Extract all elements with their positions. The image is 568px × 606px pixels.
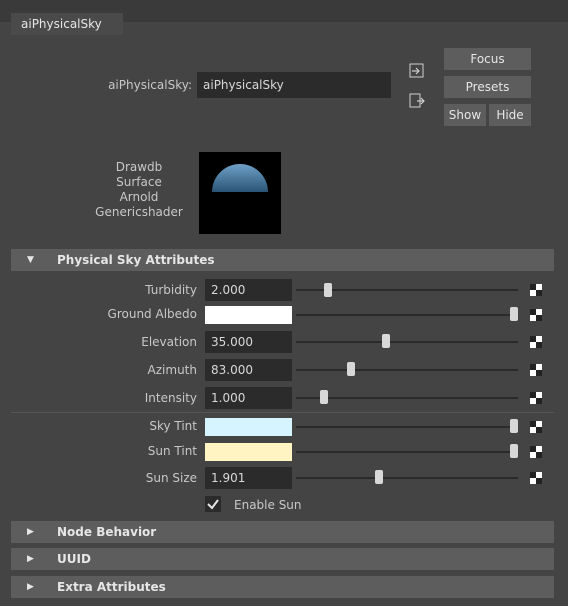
intensity-slider-track[interactable] [296,397,518,399]
enable-sun-checkbox[interactable] [205,496,221,512]
sun-tint-slider-track[interactable] [296,451,518,453]
hide-button[interactable]: Hide [489,104,531,126]
ground-albedo-slider-handle[interactable] [510,307,518,321]
sun-size-map-button-icon[interactable] [530,472,542,484]
sun-size-slider-handle[interactable] [375,470,384,484]
sky-tint-map-button-icon[interactable] [530,421,542,433]
intensity-field[interactable]: 1.000 [205,387,292,409]
sun-size-label: Sun Size [145,471,197,485]
expand-right-icon: ▶ [27,527,34,537]
ground-albedo-map-button-icon[interactable] [530,309,542,321]
azimuth-map-button-icon[interactable] [530,364,542,376]
ground-albedo-color-swatch[interactable] [205,306,292,324]
focus-button[interactable]: Focus [444,48,531,70]
sun-size-slider-track[interactable] [296,477,518,479]
classification-drawdb: Drawdb [115,160,163,174]
section-physical-sky-attributes[interactable]: ▼ Physical Sky Attributes [11,249,554,271]
section-extra-attributes[interactable]: ▶ Extra Attributes [11,576,554,598]
copy-tab-icon[interactable] [408,92,426,110]
classification-arnold: Arnold [119,190,159,204]
shader-swatch[interactable] [199,152,281,234]
checkmark-icon [207,499,219,510]
node-name-label: aiPhysicalSky: [108,78,192,92]
sky-tint-slider-handle[interactable] [510,419,518,433]
expand-right-icon: ▶ [27,582,34,592]
turbidity-slider-handle[interactable] [323,283,332,297]
azimuth-field[interactable]: 83.000 [205,359,292,381]
sky-tint-color-swatch[interactable] [205,418,292,436]
sun-size-field[interactable]: 1.901 [205,467,292,489]
expand-down-icon: ▼ [27,255,34,265]
show-button[interactable]: Show [444,104,486,126]
elevation-field[interactable]: 35.000 [205,331,292,353]
classification-labels: Drawdb Surface Arnold Genericshader [80,160,198,220]
node-name-field[interactable]: aiPhysicalSky [197,72,391,98]
presets-button[interactable]: Presets [444,76,531,98]
ground-albedo-slider-track[interactable] [296,314,518,316]
turbidity-map-button-icon[interactable] [530,284,542,296]
sky-dome-preview [212,164,268,192]
section-uuid[interactable]: ▶ UUID [11,548,554,570]
classification-surface: Surface [116,175,162,189]
load-attributes-icon[interactable] [408,62,426,80]
intensity-slider-handle[interactable] [319,390,328,404]
sun-tint-color-swatch[interactable] [205,443,292,461]
azimuth-slider-handle[interactable] [347,362,356,376]
sun-tint-slider-handle[interactable] [510,444,518,458]
enable-sun-label: Enable Sun [234,498,302,512]
elevation-slider-track[interactable] [296,341,518,343]
turbidity-field[interactable]: 2.000 [205,279,292,301]
intensity-map-button-icon[interactable] [530,392,542,404]
sky-tint-label: Sky Tint [149,419,197,433]
elevation-label: Elevation [141,335,197,349]
turbidity-label: Turbidity [145,283,197,297]
sky-tint-slider-track[interactable] [296,426,518,428]
intensity-label: Intensity [144,391,197,405]
azimuth-label: Azimuth [147,363,197,377]
tab-aiphysicalsky[interactable]: aiPhysicalSky [11,13,123,35]
sun-tint-map-button-icon[interactable] [530,446,542,458]
azimuth-slider-track[interactable] [296,369,518,371]
elevation-slider-handle[interactable] [381,334,390,348]
ground-albedo-label: Ground Albedo [107,307,197,321]
sun-tint-label: Sun Tint [147,444,197,458]
expand-right-icon: ▶ [27,554,34,564]
classification-genericshader: Genericshader [95,205,183,219]
elevation-map-button-icon[interactable] [530,336,542,348]
section-node-behavior[interactable]: ▶ Node Behavior [11,521,554,543]
